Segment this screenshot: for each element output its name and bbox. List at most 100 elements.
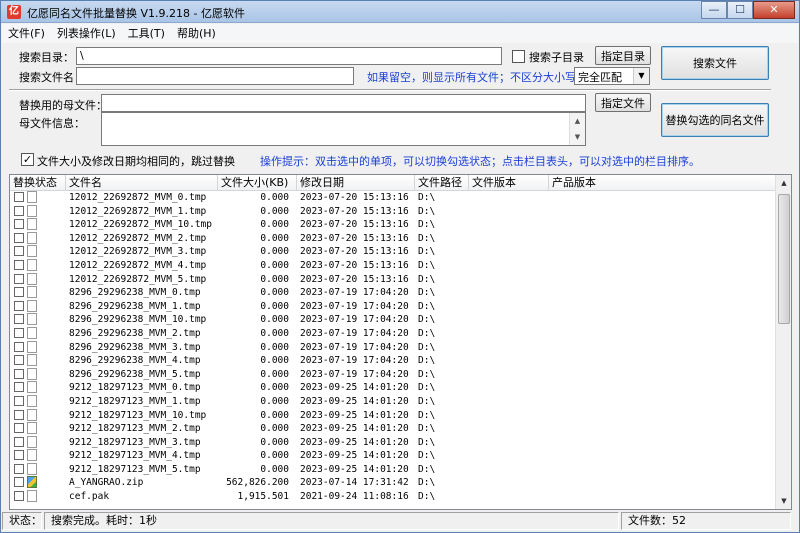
table-row[interactable]: 8296_29296238_MVM_0.tmp 0.000 2023-07-19 1… [10,286,777,300]
table-row[interactable]: 12012_22692872_MVM_0.tmp 0.000 2023-07-20 … [10,191,777,205]
table-row[interactable]: 9212_18297123_MVM_0.tmp 0.000 2023-09-25 1… [10,381,777,395]
row-checkbox[interactable] [14,192,24,202]
row-status-cell[interactable] [10,272,66,287]
row-status-cell[interactable] [10,422,66,436]
table-row[interactable]: 9212_18297123_MVM_10.tmp 0.000 2023-09-25 … [10,408,777,423]
row-checkbox[interactable] [14,273,24,284]
row-checkbox[interactable] [14,314,24,325]
row-checkbox[interactable] [14,232,24,243]
menu-help[interactable]: 帮助(H) [171,24,222,43]
row-checkbox[interactable] [14,246,24,257]
table-row[interactable]: 9212_18297123_MVM_5.tmp 0.000 2023-09-25 1… [10,462,777,477]
replace-checked-button[interactable]: 替换勾选的同名文件 [661,103,769,137]
skip-same-checkbox[interactable]: ✓ [21,153,34,166]
row-status-cell[interactable] [10,258,66,273]
table-row[interactable]: 9212_18297123_MVM_1.tmp 0.000 2023-09-25 1… [10,394,777,409]
row-status-cell[interactable] [10,231,66,246]
row-status-cell[interactable] [10,313,66,327]
textarea-scrollbar[interactable]: ▲ ▼ [569,113,585,145]
menu-list-ops[interactable]: 列表操作(L) [51,24,122,43]
row-checkbox[interactable] [14,355,24,366]
row-status-cell[interactable] [10,191,66,205]
source-info-textarea[interactable]: ▲ ▼ [101,112,586,146]
search-files-button[interactable]: 搜索文件 [661,46,769,80]
row-checkbox[interactable] [14,409,24,420]
row-status-cell[interactable] [10,381,66,395]
minimize-button[interactable]: — [701,1,727,19]
row-status-cell[interactable] [10,204,66,219]
choose-dir-button[interactable]: 指定目录 [595,46,651,65]
row-checkbox[interactable] [14,491,24,502]
col-header-product-version[interactable]: 产品版本 [549,175,777,191]
scroll-up-icon[interactable]: ▲ [570,113,585,129]
row-checkbox[interactable] [14,341,24,352]
file-list-scrollbar[interactable]: ▲ ▼ [775,175,791,509]
scroll-down-icon[interactable]: ▼ [570,129,585,145]
row-checkbox[interactable] [14,259,24,270]
search-subdir-checkbox[interactable] [512,50,525,63]
row-checkbox[interactable] [14,450,24,461]
row-status-cell[interactable] [10,286,66,300]
row-status-cell[interactable] [10,476,66,490]
row-status-cell[interactable] [10,449,66,463]
menu-file[interactable]: 文件(F) [2,24,51,43]
row-status-cell[interactable] [10,354,66,368]
scroll-down-icon[interactable]: ▼ [776,493,791,509]
row-checkbox[interactable] [14,423,24,434]
col-header-path[interactable]: 文件路径 [415,175,469,191]
row-checkbox[interactable] [14,395,24,406]
title-bar[interactable]: 亿 亿愿同名文件批量替换 V1.9.218 - 亿愿软件 — ☐ ✕ [1,1,799,23]
search-dir-input[interactable]: \ [76,47,502,65]
row-status-cell[interactable] [10,367,66,382]
col-header-filename[interactable]: 文件名 [66,175,218,191]
col-header-size[interactable]: 文件大小(KB) [218,175,297,191]
table-row[interactable]: 9212_18297123_MVM_4.tmp 0.000 2023-09-25 1… [10,449,777,463]
row-status-cell[interactable] [10,326,66,341]
row-checkbox[interactable] [14,300,24,311]
scrollbar-thumb[interactable] [778,194,790,324]
col-header-modified[interactable]: 修改日期 [297,175,415,191]
table-row[interactable]: 12012_22692872_MVM_4.tmp 0.000 2023-07-20 … [10,258,777,273]
table-row[interactable]: cef.pak 1,915.501 2021-09-24 11:08:16 D:\ [10,490,777,504]
col-header-status[interactable]: 替换状态 [10,175,66,191]
row-status-cell[interactable] [10,245,66,259]
table-row[interactable]: 12012_22692872_MVM_3.tmp 0.000 2023-07-20 … [10,245,777,259]
row-status-cell[interactable] [10,490,66,504]
table-row[interactable]: 9212_18297123_MVM_3.tmp 0.000 2023-09-25 1… [10,435,777,450]
row-status-cell[interactable] [10,408,66,423]
scroll-up-icon[interactable]: ▲ [776,175,791,191]
close-button[interactable]: ✕ [753,1,795,19]
match-mode-select[interactable]: 完全匹配 ▼ [574,67,650,85]
row-checkbox[interactable] [14,287,24,298]
search-filename-input[interactable] [76,67,354,85]
row-checkbox[interactable] [14,477,24,488]
choose-file-button[interactable]: 指定文件 [595,93,651,112]
row-checkbox[interactable] [14,436,24,447]
row-status-cell[interactable] [10,462,66,477]
maximize-button[interactable]: ☐ [727,1,753,19]
menu-tools[interactable]: 工具(T) [122,24,171,43]
row-status-cell[interactable] [10,435,66,450]
table-row[interactable]: 12012_22692872_MVM_2.tmp 0.000 2023-07-20 … [10,231,777,246]
table-row[interactable]: 12012_22692872_MVM_5.tmp 0.000 2023-07-20 … [10,272,777,287]
table-row[interactable]: 12012_22692872_MVM_1.tmp 0.000 2023-07-20 … [10,204,777,219]
table-row[interactable]: A_YANGRAO.zip 562,826.200 2023-07-14 17:31… [10,476,777,490]
row-status-cell[interactable] [10,340,66,355]
row-status-cell[interactable] [10,394,66,409]
row-status-cell[interactable] [10,218,66,232]
table-row[interactable]: 8296_29296238_MVM_3.tmp 0.000 2023-07-19 1… [10,340,777,355]
source-file-input[interactable] [101,94,586,112]
table-row[interactable]: 8296_29296238_MVM_1.tmp 0.000 2023-07-19 1… [10,299,777,314]
file-list[interactable]: 替换状态 文件名 文件大小(KB) 修改日期 文件路径 文件版本 产品版本 12… [9,174,792,510]
table-row[interactable]: 8296_29296238_MVM_10.tmp 0.000 2023-07-19 … [10,313,777,327]
row-checkbox[interactable] [14,219,24,230]
row-checkbox[interactable] [14,382,24,393]
table-row[interactable]: 8296_29296238_MVM_4.tmp 0.000 2023-07-19 1… [10,354,777,368]
row-checkbox[interactable] [14,368,24,379]
table-row[interactable]: 12012_22692872_MVM_10.tmp 0.000 2023-07-20… [10,218,777,232]
row-status-cell[interactable] [10,299,66,314]
col-header-file-version[interactable]: 文件版本 [469,175,549,191]
row-checkbox[interactable] [14,327,24,338]
table-row[interactable]: 9212_18297123_MVM_2.tmp 0.000 2023-09-25 1… [10,422,777,436]
row-checkbox[interactable] [14,205,24,216]
